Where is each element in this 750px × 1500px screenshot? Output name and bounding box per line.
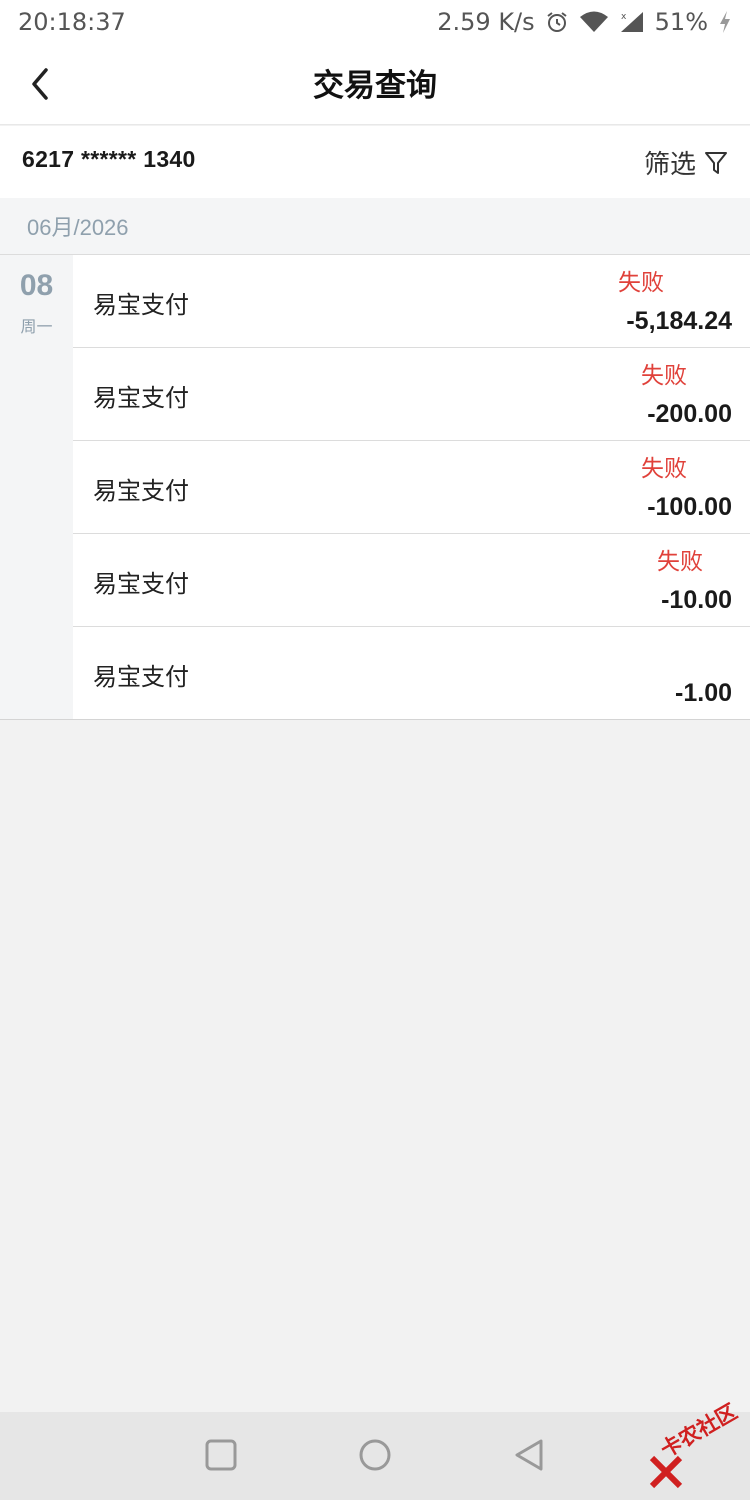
transaction-status: 失败 — [657, 549, 703, 575]
navigation-bar: 交易查询 — [0, 46, 750, 125]
battery-percent: 51% — [654, 8, 708, 36]
day-group: 08 周一 易宝支付 失败 -5,184.24 易宝支付 失败 -200.00 … — [0, 255, 750, 720]
transaction-row[interactable]: 易宝支付 失败 -5,184.24 — [73, 255, 750, 348]
transaction-name: 易宝支付 — [93, 570, 189, 598]
page-title: 交易查询 — [313, 68, 437, 104]
recent-apps-icon — [205, 1439, 237, 1471]
transaction-status: 失败 — [618, 270, 664, 296]
net-speed: 2.59 K/s — [437, 8, 535, 36]
status-bar: 20:18:37 2.59 K/s x 51% — [0, 0, 750, 46]
month-header: 06月/2026 — [0, 198, 750, 255]
alarm-icon — [545, 10, 569, 34]
svg-text:x: x — [621, 12, 627, 22]
transaction-amount: -200.00 — [647, 400, 732, 428]
transaction-name: 易宝支付 — [93, 384, 189, 412]
transaction-list: 易宝支付 失败 -5,184.24 易宝支付 失败 -200.00 易宝支付 失… — [73, 255, 750, 719]
status-time: 20:18:37 — [18, 8, 126, 36]
system-back-button[interactable] — [512, 1438, 546, 1476]
transaction-status: 失败 — [641, 363, 687, 389]
transaction-amount: -10.00 — [661, 586, 732, 614]
transaction-name: 易宝支付 — [93, 477, 189, 505]
month-label: 06月/2026 — [27, 215, 129, 240]
day-column: 08 周一 — [0, 255, 73, 719]
wifi-icon — [579, 10, 609, 34]
status-icons: 2.59 K/s x 51% — [437, 8, 732, 36]
account-number: 6217 ****** 1340 — [22, 146, 196, 172]
watermark-text: 卡农社区 — [656, 1399, 742, 1463]
transaction-row[interactable]: 易宝支付 失败 -10.00 — [73, 534, 750, 627]
transaction-row[interactable]: 易宝支付 失败 -100.00 — [73, 441, 750, 534]
transaction-amount: -5,184.24 — [626, 307, 732, 335]
transaction-row[interactable]: 易宝支付 -1.00 — [73, 627, 750, 719]
transaction-row[interactable]: 易宝支付 失败 -200.00 — [73, 348, 750, 441]
watermark: 卡农社区 — [644, 1399, 750, 1500]
transaction-name: 易宝支付 — [93, 291, 189, 319]
transaction-name: 易宝支付 — [93, 663, 189, 691]
signal-icon: x — [619, 10, 645, 34]
filter-button[interactable]: 筛选 — [644, 144, 728, 181]
day-number: 08 — [19, 269, 54, 302]
transaction-amount: -1.00 — [675, 679, 732, 707]
account-bar: 6217 ****** 1340 筛选 — [0, 126, 750, 198]
funnel-icon — [705, 151, 727, 174]
back-icon — [515, 1439, 543, 1471]
weekday-label: 周一 — [20, 317, 53, 336]
home-icon — [359, 1439, 391, 1471]
filter-label: 筛选 — [643, 150, 696, 180]
transaction-status: 失败 — [641, 456, 687, 482]
system-nav-bar — [0, 1412, 750, 1500]
recent-apps-button[interactable] — [204, 1438, 238, 1476]
home-button[interactable] — [358, 1438, 392, 1476]
transaction-amount: -100.00 — [647, 493, 732, 521]
charging-icon — [718, 10, 732, 34]
